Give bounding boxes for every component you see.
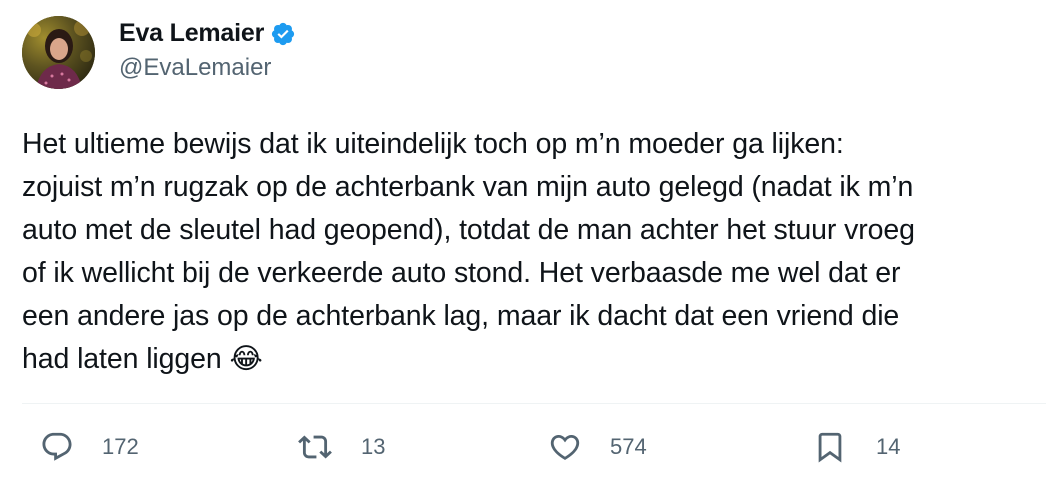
reply-count: 172: [102, 434, 139, 459]
author-names: Eva Lemaier @EvaLemaier: [119, 19, 296, 82]
like-count: 574: [610, 434, 647, 459]
tweet-text: Het ultieme bewijs dat ik uiteindelijk t…: [22, 128, 915, 375]
reply-button[interactable]: 172: [40, 430, 139, 464]
bookmark-count: 14: [876, 434, 901, 459]
retweet-icon: [298, 430, 332, 464]
tweet-header: Eva Lemaier @EvaLemaier: [22, 16, 296, 89]
tweet-actions: 172 13 574 14: [0, 430, 1046, 474]
avatar[interactable]: [22, 16, 95, 89]
like-button[interactable]: 574: [548, 430, 647, 464]
retweet-count: 13: [361, 434, 386, 459]
heart-icon: [548, 430, 582, 464]
verified-badge-icon[interactable]: [270, 21, 296, 47]
display-name-row: Eva Lemaier: [119, 19, 296, 48]
divider: [22, 403, 1046, 404]
tweet-card: Eva Lemaier @EvaLemaier Het ultieme bewi…: [0, 0, 1046, 491]
bookmark-button[interactable]: 14: [813, 430, 900, 464]
bookmark-icon: [813, 430, 847, 464]
author-handle[interactable]: @EvaLemaier: [119, 54, 296, 82]
retweet-button[interactable]: 13: [298, 430, 385, 464]
reply-icon: [40, 430, 74, 464]
display-name[interactable]: Eva Lemaier: [119, 19, 264, 48]
